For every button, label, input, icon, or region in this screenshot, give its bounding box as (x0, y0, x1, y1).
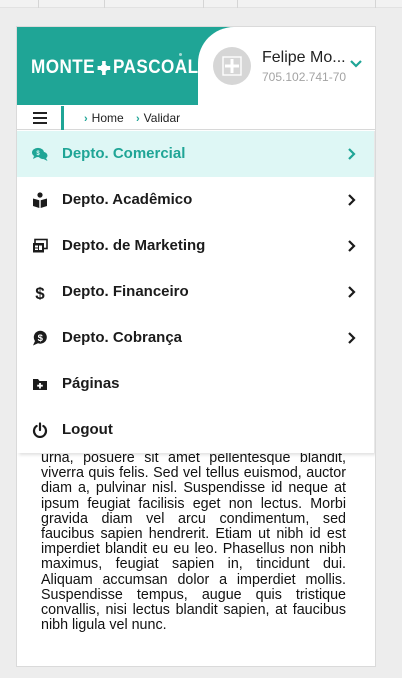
user-name: Felipe Mo... (262, 49, 346, 66)
book-reader-icon (33, 192, 47, 208)
menu-item-financeiro[interactable]: $ Depto. Financeiro (17, 269, 374, 315)
app-frame: MONTE PASCOAL Felipe Mo... 705.102.741-7… (16, 26, 376, 667)
menu-item-cobranca[interactable]: $ Depto. Cobrança (17, 315, 374, 361)
chevron-right-icon (348, 240, 356, 252)
strip-divider (38, 0, 39, 8)
menu-item-academico[interactable]: Depto. Acadêmico (17, 177, 374, 223)
brand-logo[interactable]: MONTE PASCOAL (31, 57, 198, 79)
logo-mark-dot (179, 53, 182, 56)
hamburger-menu-icon[interactable] (33, 112, 47, 124)
chevron-right-icon (348, 332, 356, 344)
avatar[interactable] (213, 47, 251, 85)
breadcrumb-divider (61, 106, 64, 130)
menu-item-paginas[interactable]: Páginas (17, 361, 374, 407)
menu-scrollbar[interactable] (374, 131, 375, 453)
menu-item-label: Páginas (62, 375, 120, 392)
app-header: MONTE PASCOAL Felipe Mo... 705.102.741-7… (17, 27, 375, 105)
strip-divider (375, 0, 376, 8)
strip-divider (237, 0, 238, 8)
breadcrumb-bar: › Home › Validar (17, 106, 375, 130)
logo-text-left: MONTE (31, 57, 95, 78)
sidebar-menu: $ Depto. Comercial Depto. Acadêmico Dept… (17, 131, 374, 453)
menu-item-label: Logout (62, 421, 113, 438)
chevron-right-icon: › (84, 113, 88, 125)
chevron-right-icon (348, 194, 356, 206)
breadcrumb-label: Home (91, 111, 124, 125)
comments-dollar-icon: $ (32, 147, 48, 161)
cross-icon (97, 61, 111, 75)
menu-item-label: Depto. Comercial (62, 145, 186, 162)
menu-item-label: Depto. Acadêmico (62, 191, 193, 208)
logo-text-right: PASCOAL (112, 57, 199, 78)
menu-item-comercial[interactable]: $ Depto. Comercial (17, 131, 374, 177)
strip-divider (203, 0, 204, 8)
strip-divider (104, 0, 105, 8)
menu-item-label: Depto. Cobrança (62, 329, 183, 346)
breadcrumb-label: Validar (143, 111, 181, 125)
svg-text:$: $ (35, 284, 45, 300)
comment-dollar-icon: $ (33, 330, 47, 346)
breadcrumb-item-validar[interactable]: › Validar (136, 111, 180, 125)
dollar-icon: $ (35, 284, 45, 300)
breadcrumb-item-home[interactable]: › Home (84, 111, 124, 125)
chevron-right-icon (348, 148, 356, 160)
browser-top-strip (0, 0, 402, 8)
user-id: 705.102.741-70 (262, 70, 347, 84)
folder-plus-icon (33, 379, 47, 390)
content-paragraph: urna, posuere sit amet pellentesque blan… (41, 450, 346, 634)
power-icon (32, 422, 48, 438)
svg-text:$: $ (38, 333, 44, 344)
menu-item-label: Depto. Financeiro (62, 283, 189, 300)
chevron-right-icon (348, 286, 356, 298)
menu-item-logout[interactable]: Logout (17, 407, 374, 453)
chevron-right-icon: › (136, 113, 140, 125)
chevron-down-icon[interactable] (349, 57, 363, 71)
ad-icon (33, 238, 48, 253)
user-card[interactable]: Felipe Mo... 705.102.741-70 (198, 27, 375, 105)
cross-emblem-icon (222, 56, 242, 76)
menu-item-label: Depto. de Marketing (62, 237, 206, 254)
menu-item-marketing[interactable]: Depto. de Marketing (17, 223, 374, 269)
